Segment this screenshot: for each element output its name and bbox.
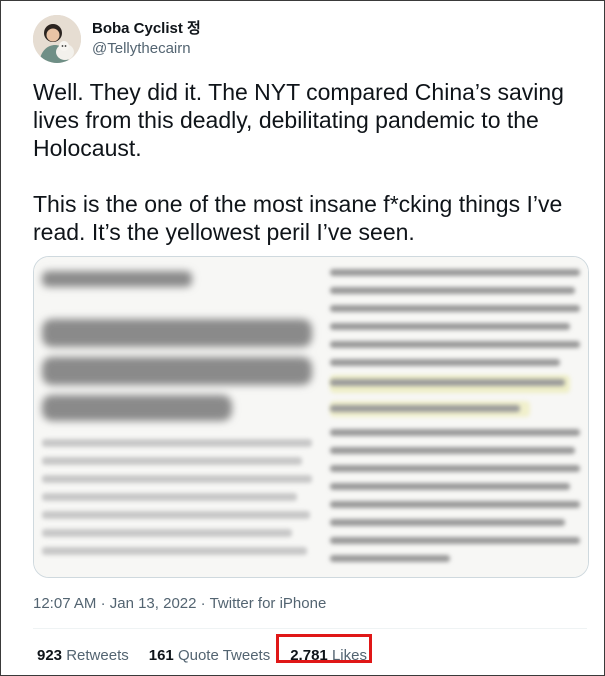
tweet-meta: 12:07 AM · Jan 13, 2022 · Twitter for iP… (33, 595, 326, 612)
author-names: Boba Cyclist 정 @Tellythecairn (92, 19, 201, 59)
meta-separator: · (200, 595, 206, 612)
retweets-label: Retweets (66, 647, 129, 664)
tweet-time[interactable]: 12:07 AM (33, 595, 96, 612)
blurred-article-screenshot (34, 257, 588, 577)
quote-tweets-count: 161 (148, 647, 174, 664)
tweet-source[interactable]: Twitter for iPhone (210, 595, 327, 612)
display-name[interactable]: Boba Cyclist 정 (92, 19, 201, 39)
retweets-stat[interactable]: 923 Retweets (37, 647, 129, 664)
quote-tweets-stat[interactable]: 161 Quote Tweets (149, 647, 270, 664)
likes-highlight-box (276, 634, 372, 663)
meta-separator: · (100, 595, 106, 612)
tweet-paragraph-1: Well. They did it. The NYT compared Chin… (33, 79, 564, 161)
tweet-header: Boba Cyclist 정 @Tellythecairn (33, 14, 201, 64)
tweet-media-image[interactable] (33, 256, 589, 578)
tweet-date[interactable]: Jan 13, 2022 (110, 595, 197, 612)
avatar-image (33, 15, 81, 63)
tweet-paragraph-2: This is the one of the most insane f*cki… (33, 191, 563, 245)
tweet-text: Well. They did it. The NYT compared Chin… (33, 78, 583, 274)
avatar[interactable] (33, 15, 81, 63)
retweets-count: 923 (37, 647, 63, 664)
quote-tweets-label: Quote Tweets (177, 647, 271, 664)
divider (33, 628, 587, 629)
user-handle[interactable]: @Tellythecairn (92, 39, 201, 59)
